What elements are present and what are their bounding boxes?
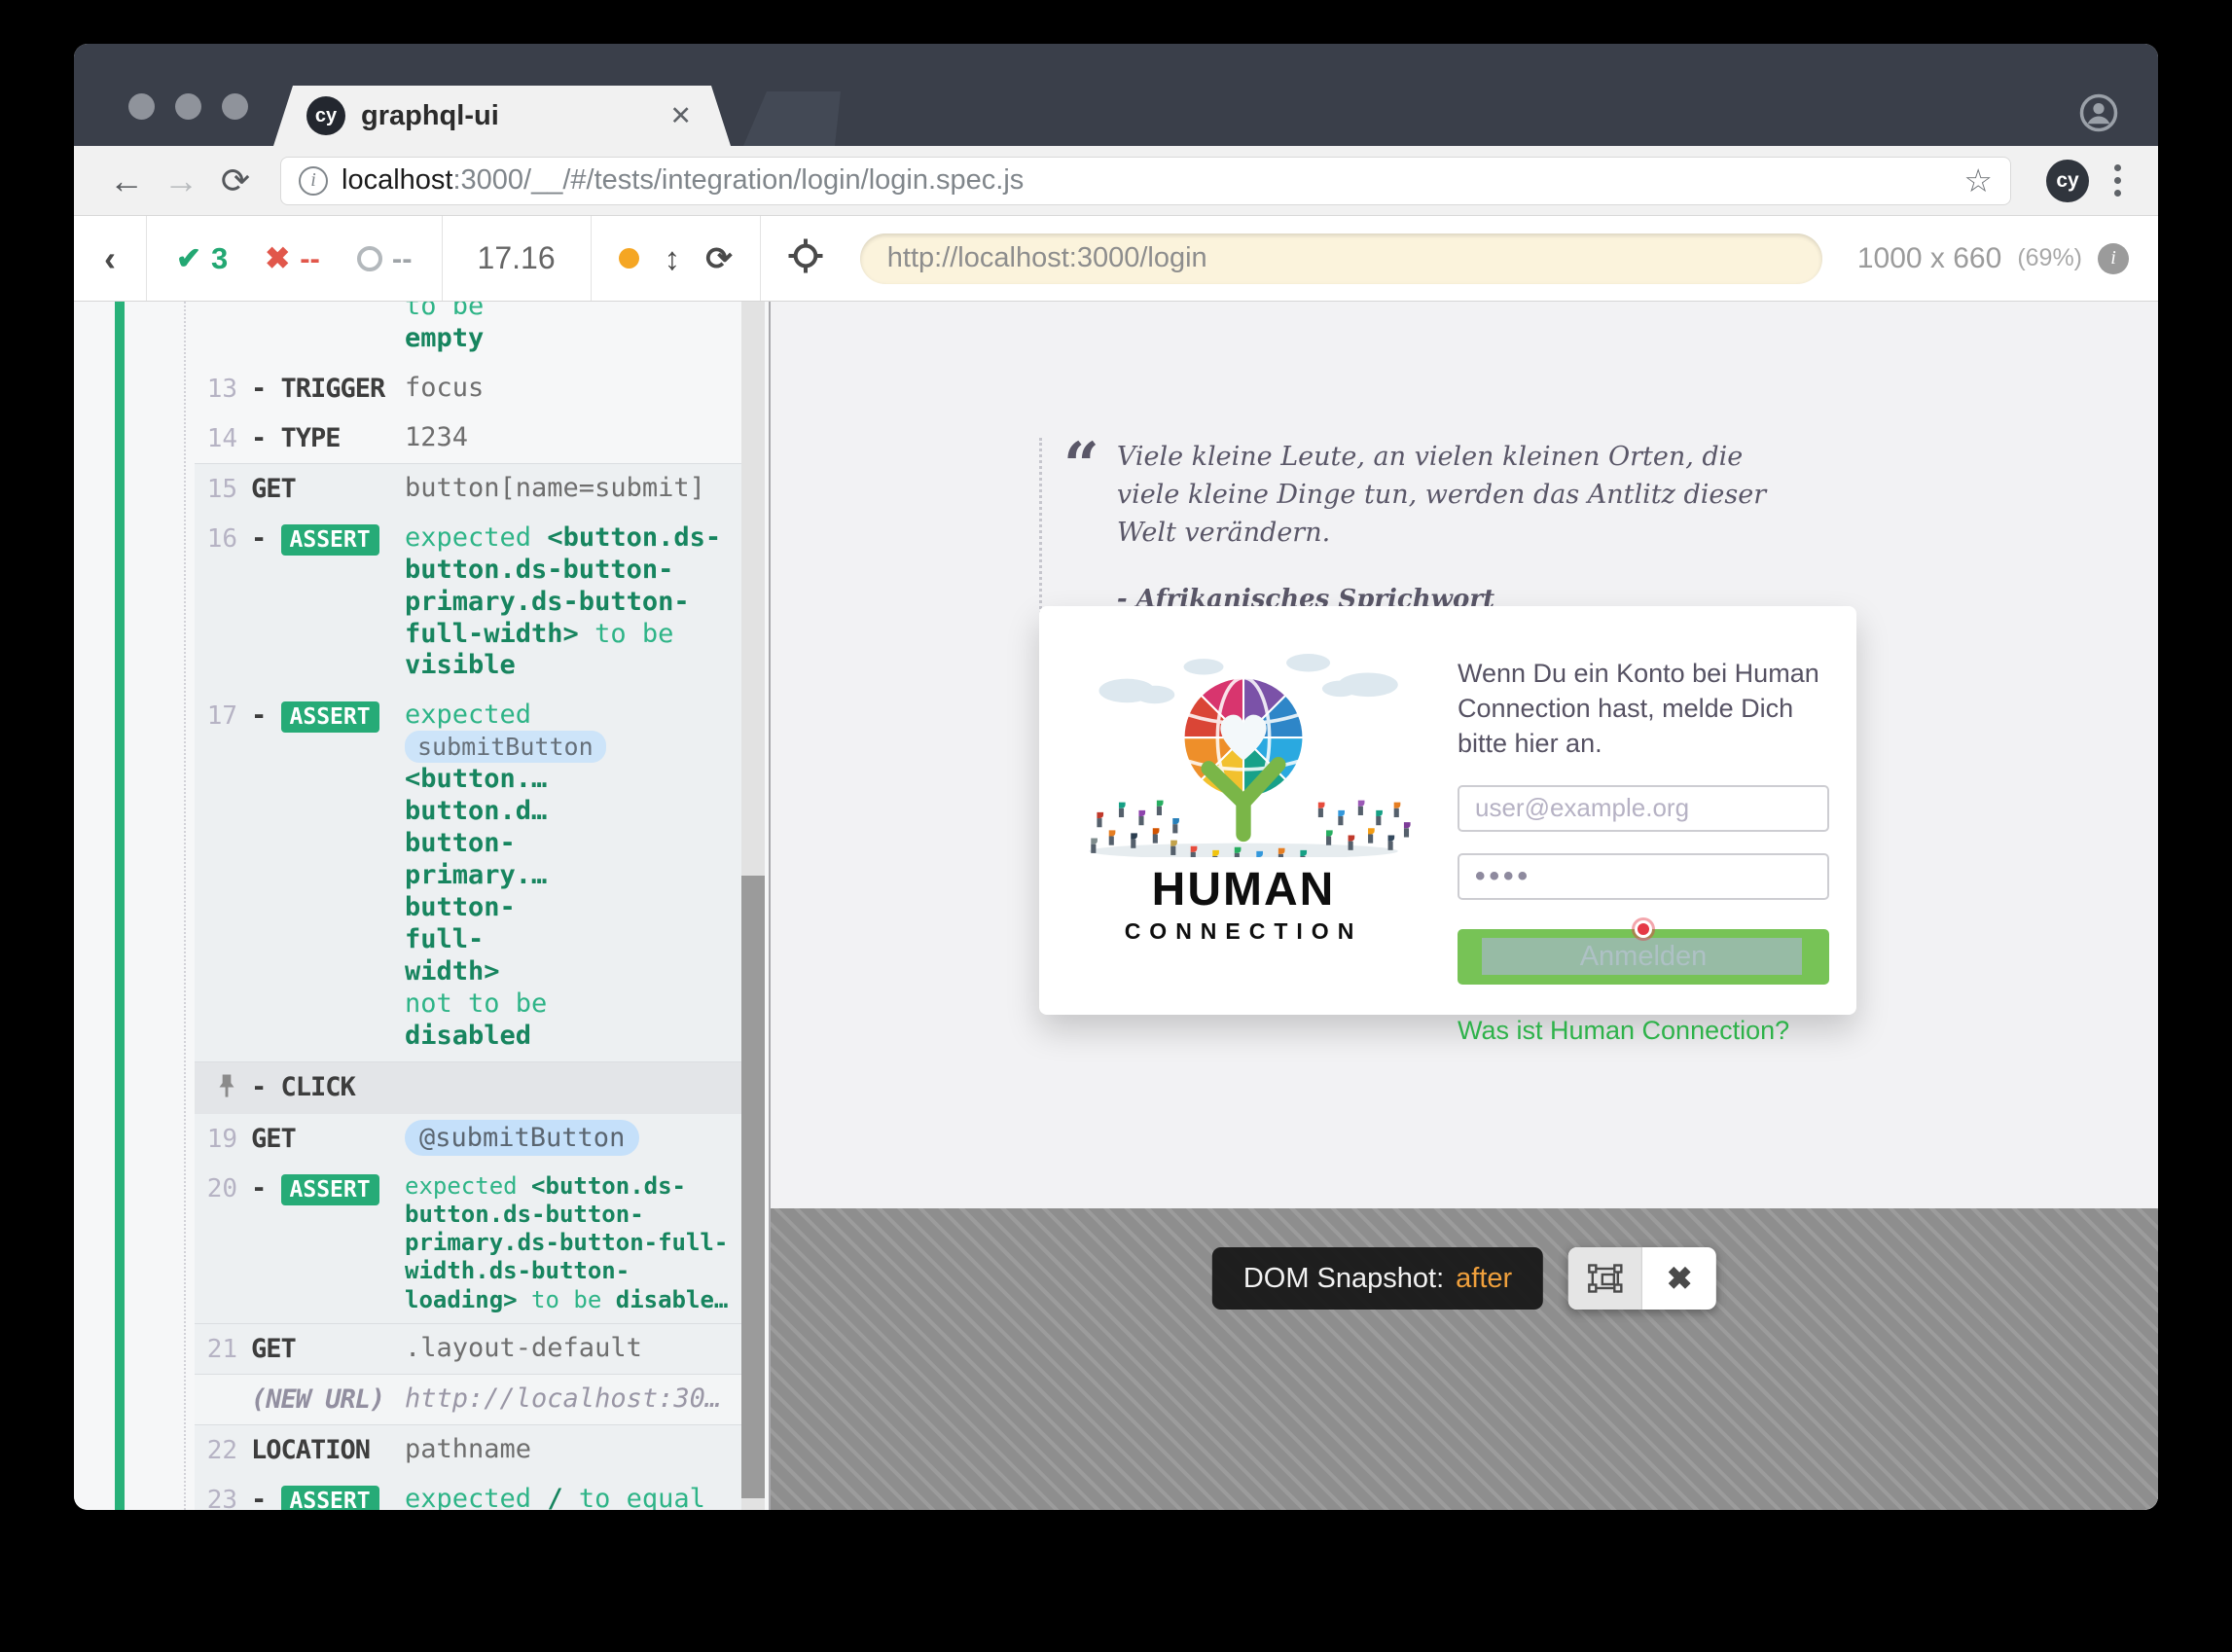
forward-icon[interactable]: →	[154, 161, 208, 201]
collapse-reporter-button[interactable]: ‹	[74, 238, 146, 279]
restart-tests-icon[interactable]: ⟳	[705, 239, 733, 277]
close-snapshot-button[interactable]: ✖	[1642, 1247, 1716, 1310]
reporter-scrollbar-thumb[interactable]	[741, 876, 765, 1498]
pin-icon	[195, 1071, 251, 1105]
login-card: HUMAN CONNECTION Wenn Du ein Konto bei H…	[1039, 606, 1856, 1015]
pending-circle-icon	[357, 246, 382, 271]
command-log-rows: to be empty13- TRIGGERfocus14- TYPE12341…	[195, 302, 741, 1510]
back-icon[interactable]: ←	[99, 161, 154, 201]
quote-block: “ Viele kleine Leute, an vielen kleinen …	[1039, 438, 1837, 614]
viewport-size: 1000 x 660	[1857, 242, 2001, 275]
log-row[interactable]: 21GET.layout-default	[195, 1323, 741, 1374]
minimize-window-button[interactable]	[175, 93, 201, 120]
url-path: :3000/__/#/tests/integration/login/login…	[452, 164, 1954, 197]
profile-avatar-icon[interactable]	[2078, 92, 2119, 133]
log-row[interactable]: 16- ASSERTexpected <button.ds- button.ds…	[195, 514, 741, 692]
page-info-icon[interactable]: i	[299, 166, 328, 196]
log-row[interactable]: 22LOCATIONpathname	[195, 1424, 741, 1475]
bookmark-star-icon[interactable]: ☆	[1963, 162, 1993, 199]
test-duration: 17.16	[443, 240, 591, 276]
titlebar: cy graphql-ui ✕	[74, 44, 2158, 146]
viewport-zoom: (69%)	[2017, 244, 2082, 272]
log-row[interactable]: 15GETbutton[name=submit]	[195, 463, 741, 514]
failed-count[interactable]: ✖ --	[265, 241, 320, 276]
cypress-favicon: cy	[306, 96, 345, 135]
new-tab-button[interactable]	[743, 91, 841, 146]
tab-title: graphql-ui	[361, 100, 664, 132]
scroll-toggle-icon[interactable]: ↕	[665, 240, 681, 277]
log-row[interactable]: 19GET@submitButton	[195, 1114, 741, 1164]
logo-column: HUMAN CONNECTION	[1039, 606, 1448, 1015]
log-row[interactable]: - CLICK	[195, 1061, 741, 1114]
close-icon: ✖	[1667, 1260, 1693, 1297]
app-under-test: “ Viele kleine Leute, an vielen kleinen …	[769, 302, 2158, 1510]
log-row[interactable]: 20- ASSERTexpected <button.ds- button.ds…	[195, 1164, 741, 1323]
logo-text-connection: CONNECTION	[1125, 918, 1363, 945]
cross-icon: ✖	[265, 241, 290, 276]
click-event-dot-icon	[1635, 920, 1652, 938]
viewport-info-icon[interactable]: i	[2098, 243, 2129, 274]
reporter-scrollbar[interactable]	[741, 302, 765, 1510]
runner-controls: ↕ ⟳	[592, 239, 760, 277]
app-url-field[interactable]: http://localhost:3000/login	[860, 233, 1822, 284]
logo-text-human: HUMAN	[1152, 863, 1336, 916]
main-split: to be empty13- TRIGGERfocus14- TYPE12341…	[74, 302, 2158, 1510]
browser-tab[interactable]: cy graphql-ui ✕	[273, 86, 731, 146]
dom-snapshot-bar: DOM Snapshot: after	[1212, 1247, 1716, 1310]
browser-menu-icon[interactable]	[2103, 164, 2133, 197]
url-host: localhost	[342, 164, 452, 197]
log-dotted-guide	[184, 302, 186, 1510]
password-field[interactable]	[1458, 853, 1829, 900]
cypress-toolbar: ‹ ✔ 3 ✖ -- -- 17.16 ↕ ⟳ http	[74, 216, 2158, 302]
log-row[interactable]: 23- ASSERTexpected / to equal /	[195, 1475, 741, 1510]
pending-count[interactable]: --	[357, 241, 413, 276]
omnibox[interactable]: i localhost :3000/__/#/tests/integration…	[280, 157, 2011, 205]
test-stats: ✔ 3 ✖ -- --	[147, 241, 442, 276]
log-row[interactable]: (NEW URL)http://localhost:30…	[195, 1374, 741, 1424]
address-bar: ← → ⟳ i localhost :3000/__/#/tests/integ…	[74, 146, 2158, 216]
log-row[interactable]: 17- ASSERTexpected submitButton <button.…	[195, 691, 741, 1060]
log-row[interactable]: to be empty	[195, 302, 741, 364]
close-window-button[interactable]	[128, 93, 155, 120]
selector-playground-icon[interactable]	[761, 236, 850, 280]
test-pass-indicator-bar	[115, 302, 125, 1510]
toggle-highlights-button[interactable]	[1568, 1247, 1642, 1310]
what-is-link[interactable]: Was ist Human Connection?	[1458, 1016, 1789, 1046]
auto-scroll-dot-icon[interactable]	[619, 248, 639, 269]
check-icon: ✔	[176, 241, 201, 276]
dom-snapshot-label: DOM Snapshot:	[1243, 1263, 1444, 1295]
quote-mark-icon: “	[1063, 438, 1099, 614]
dom-snapshot-pill: DOM Snapshot: after	[1212, 1247, 1543, 1310]
reload-icon[interactable]: ⟳	[208, 161, 263, 201]
quote-text: Viele kleine Leute, an vielen kleinen Or…	[1117, 438, 1798, 552]
passed-count[interactable]: ✔ 3	[176, 241, 228, 276]
browser-window: cy graphql-ui ✕ ← → ⟳ i localhost :3000/…	[74, 44, 2158, 1510]
tab-close-icon[interactable]: ✕	[664, 97, 698, 135]
login-form: Wenn Du ein Konto bei Human Connection h…	[1448, 606, 1856, 1015]
dom-snapshot-state: after	[1456, 1263, 1512, 1295]
traffic-lights[interactable]	[128, 93, 248, 120]
viewport-info: 1000 x 660 (69%) i	[1857, 242, 2158, 275]
command-log: to be empty13- TRIGGERfocus14- TYPE12341…	[74, 302, 769, 1510]
log-row[interactable]: 14- TYPE1234	[195, 413, 741, 463]
element-highlight-overlay	[1482, 938, 1802, 975]
cypress-extension-icon[interactable]: cy	[2046, 160, 2089, 202]
login-intro-text: Wenn Du ein Konto bei Human Connection h…	[1458, 657, 1829, 762]
human-connection-logo-illustration	[1068, 653, 1419, 857]
log-row[interactable]: 13- TRIGGERfocus	[195, 364, 741, 413]
email-field[interactable]	[1458, 785, 1829, 832]
zoom-window-button[interactable]	[222, 93, 248, 120]
